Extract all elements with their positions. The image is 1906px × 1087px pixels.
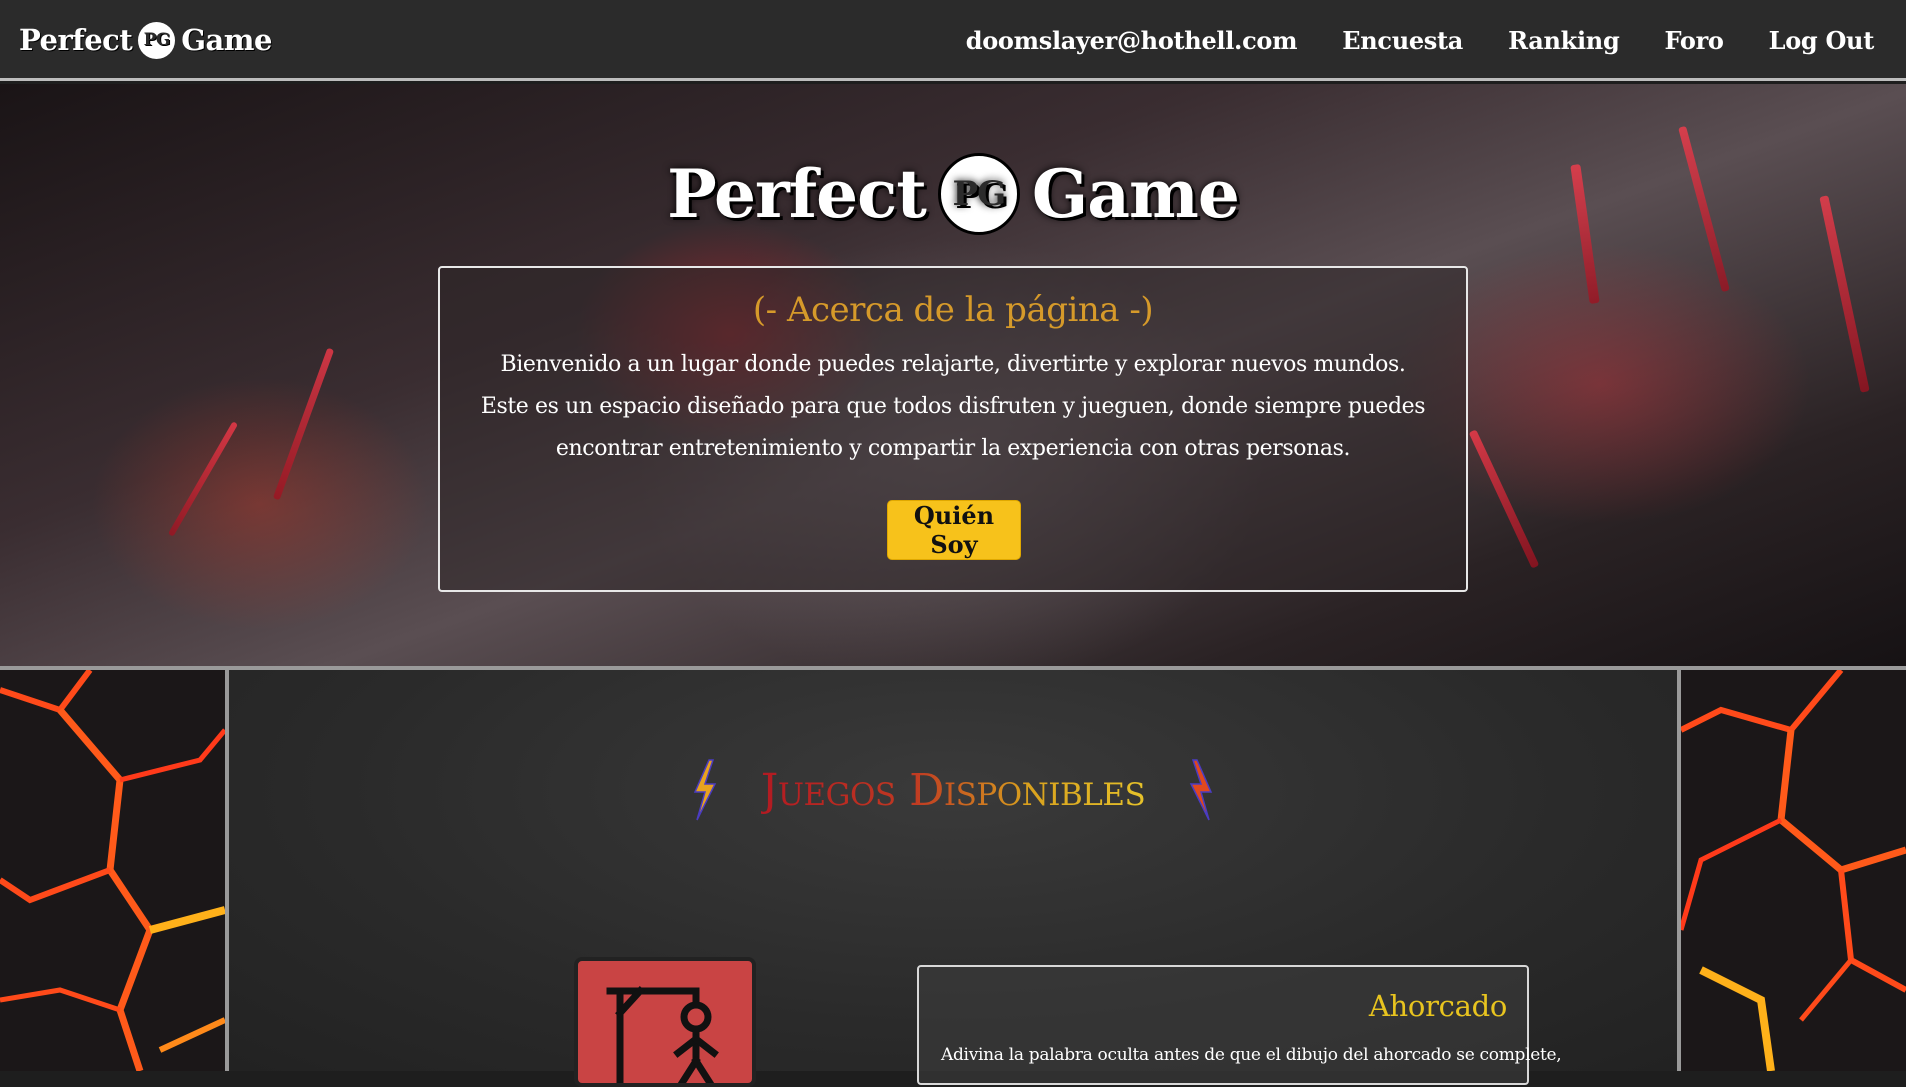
lightning-bolt-icon	[693, 759, 716, 821]
games-title: Juegos Disponibles	[760, 764, 1146, 816]
hero-logo: Perfect PG Game	[0, 153, 1906, 235]
pg-logo-icon: PG	[138, 21, 176, 59]
game-card-ahorcado[interactable]: Ahorcado Adivina la palabra oculta antes…	[917, 965, 1562, 1085]
lava-decoration-left	[0, 670, 225, 1071]
lava-decoration-right	[1681, 670, 1906, 1071]
brand-text-right: Game	[181, 23, 272, 57]
nav-links: doomslayer@hothell.com Encuesta Ranking …	[966, 0, 1875, 81]
games-title-row: Juegos Disponibles	[229, 759, 1677, 821]
hangman-game-thumbnail[interactable]	[574, 957, 756, 1087]
hero-art-streak	[1468, 429, 1540, 569]
lava-rock-texture	[1681, 670, 1906, 1071]
nav-logout[interactable]: Log Out	[1769, 26, 1875, 55]
brand-text-left: Perfect	[19, 23, 133, 57]
nav-encuesta[interactable]: Encuesta	[1342, 26, 1463, 55]
lava-rock-texture	[0, 670, 225, 1071]
hero-logo-text-right: Game	[1031, 155, 1240, 233]
hero-banner: Perfect PG Game (- Acerca de la página -…	[0, 84, 1906, 666]
brand-logo[interactable]: Perfect PG Game	[19, 18, 272, 62]
lightning-bolt-icon	[1190, 759, 1213, 821]
top-navbar: Perfect PG Game doomslayer@hothell.com E…	[0, 0, 1906, 81]
quien-soy-button[interactable]: Quién Soy	[887, 500, 1021, 560]
game-description: Adivina la palabra oculta antes de que e…	[941, 1045, 1562, 1065]
game-name: Ahorcado	[1368, 989, 1507, 1023]
games-section: Juegos Disponibles Ahorcado Adivina la p…	[225, 670, 1681, 1087]
about-text: Bienvenido a un lugar donde puedes relaj…	[480, 352, 1426, 461]
hangman-icon	[606, 986, 719, 1083]
about-title: (- Acerca de la página -)	[752, 290, 1154, 330]
about-box: (- Acerca de la página -) Bienvenido a u…	[438, 266, 1468, 592]
hero-art-streak	[272, 347, 335, 501]
pg-logo-icon: PG	[937, 153, 1020, 235]
hero-art-streak	[167, 421, 239, 537]
nav-foro[interactable]: Foro	[1664, 26, 1723, 55]
nav-ranking[interactable]: Ranking	[1508, 26, 1620, 55]
hero-logo-text-left: Perfect	[667, 155, 927, 233]
nav-user-email[interactable]: doomslayer@hothell.com	[966, 26, 1298, 55]
